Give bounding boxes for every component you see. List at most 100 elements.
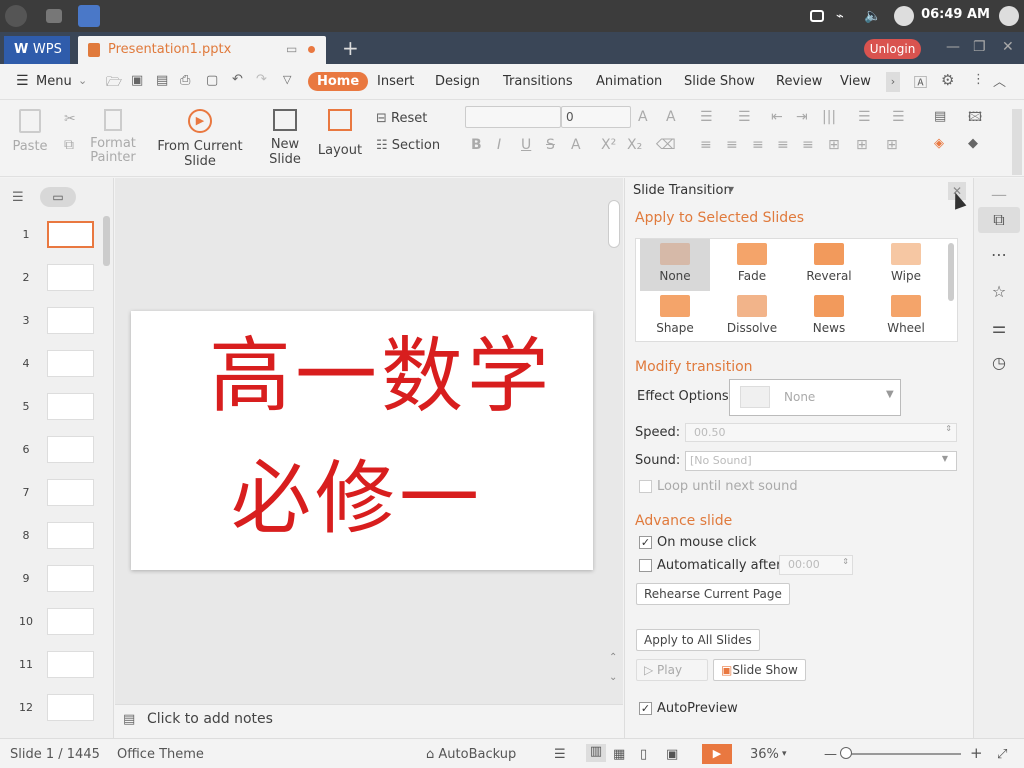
font-name-field[interactable] xyxy=(465,106,561,128)
align-center-icon[interactable]: ≡ xyxy=(726,137,738,153)
layout-button[interactable]: Layout xyxy=(314,109,366,158)
customize-icon[interactable]: ▽ xyxy=(283,73,291,86)
chat-icon[interactable] xyxy=(810,10,824,22)
transition-none[interactable]: None xyxy=(640,239,710,291)
tab-insert[interactable]: Insert xyxy=(377,74,414,89)
autobackup-button[interactable]: ⌂ AutoBackup xyxy=(426,747,516,762)
columns-icon[interactable]: ||| xyxy=(822,109,836,125)
print-icon[interactable]: ⎙ xyxy=(180,73,190,88)
zoom-slider[interactable] xyxy=(840,747,961,759)
sorter-view-icon[interactable]: ▦ xyxy=(613,747,625,762)
settings-icon[interactable]: ⚙ xyxy=(941,71,954,89)
panel-title[interactable]: Slide Transition xyxy=(633,183,732,198)
notes-toggle-icon[interactable]: ☰ xyxy=(554,747,566,762)
superscript-icon[interactable]: X² xyxy=(601,137,616,153)
transition-reveral[interactable]: Reveral xyxy=(794,239,864,291)
notes-pane[interactable]: ▤ Click to add notes xyxy=(115,704,623,738)
section-button[interactable]: ☷ Section xyxy=(376,138,440,153)
volume-icon[interactable]: 🔈 xyxy=(864,8,881,24)
power-icon[interactable] xyxy=(999,6,1019,26)
prev-slide-icon[interactable]: ⌃ xyxy=(609,652,617,663)
slide-show-button[interactable]: ▣Slide Show xyxy=(713,659,806,681)
tab-view[interactable]: View xyxy=(840,74,871,89)
slide-canvas[interactable]: 高一数学 必修一 xyxy=(131,311,593,570)
slide-thumbnail[interactable]: 1 xyxy=(0,221,114,251)
reset-button[interactable]: ⊟ Reset xyxy=(376,111,427,126)
slide-thumbnail[interactable]: 4 xyxy=(0,350,114,380)
slide-thumbnail[interactable]: 10 xyxy=(0,608,114,638)
new-tab-button[interactable]: + xyxy=(342,36,359,60)
text-direction-icon[interactable]: ☰ xyxy=(892,109,905,125)
transition-dissolve[interactable]: Dissolve xyxy=(717,291,787,343)
document-tab[interactable]: Presentation1.pptx ▭ xyxy=(78,36,326,64)
sound-dropdown[interactable]: [No Sound] ▼ xyxy=(685,451,957,471)
text-box-align-icon[interactable]: ⊞ xyxy=(828,137,840,153)
italic-icon[interactable]: I xyxy=(497,137,501,153)
zoom-dropdown-icon[interactable]: ▾ xyxy=(782,749,787,759)
export-icon[interactable]: ▤ xyxy=(156,73,168,88)
wps-taskbar-icon[interactable] xyxy=(78,5,100,27)
tab-slide-show[interactable]: Slide Show xyxy=(684,74,755,89)
line-spacing-icon[interactable]: ☰ xyxy=(858,109,871,125)
tab-design[interactable]: Design xyxy=(435,74,480,89)
tab-animation[interactable]: Animation xyxy=(596,74,662,89)
underline-icon[interactable]: U xyxy=(521,137,531,153)
slide-thumbnail[interactable]: 5 xyxy=(0,393,114,423)
transition-fade[interactable]: Fade xyxy=(717,239,787,291)
close-icon[interactable]: ✕ xyxy=(1002,39,1014,55)
align-right-icon[interactable]: ≡ xyxy=(752,137,764,153)
monitor-icon[interactable]: ▭ xyxy=(286,42,297,56)
undo-icon[interactable]: ↶ xyxy=(232,72,243,87)
save-icon[interactable]: ▣ xyxy=(131,73,143,88)
apply-all-button[interactable]: Apply to All Slides xyxy=(636,629,760,651)
arrange-icon[interactable]: ◆ xyxy=(968,136,978,151)
play-button[interactable]: ▷ Play xyxy=(636,659,708,681)
vertical-align-icon[interactable]: ⊞ xyxy=(856,137,868,153)
menu-button[interactable]: Menu xyxy=(36,74,72,89)
slide-thumbnail[interactable]: 8 xyxy=(0,522,114,552)
strikethrough-icon[interactable]: S xyxy=(546,137,555,153)
more-icon[interactable]: ⋮ xyxy=(972,72,985,87)
slide-thumbnail[interactable]: 3 xyxy=(0,307,114,337)
desktop-icon[interactable] xyxy=(46,9,62,23)
zoom-out-icon[interactable]: — xyxy=(824,747,837,762)
tab-home[interactable]: Home xyxy=(308,72,369,91)
auto-after-checkbox[interactable] xyxy=(639,559,652,572)
effect-options-dropdown[interactable]: None ▼ xyxy=(729,379,901,416)
bold-icon[interactable]: B xyxy=(471,137,482,153)
paperclip-icon[interactable]: ⌁ xyxy=(836,9,850,24)
presenter-view-icon[interactable]: ▣ xyxy=(666,747,678,762)
transition-shape[interactable]: Shape xyxy=(640,291,710,343)
slide-thumbnail[interactable]: 12 xyxy=(0,694,114,724)
justify-icon[interactable]: ≡ xyxy=(777,137,789,153)
next-slide-icon[interactable]: ⌄ xyxy=(609,672,617,683)
text-icon[interactable]: 🄰 xyxy=(914,72,927,91)
font-size-field[interactable]: 0 xyxy=(561,106,631,128)
loop-checkbox[interactable] xyxy=(639,480,652,493)
paste-button[interactable]: Paste xyxy=(10,109,50,154)
canvas-scrollbar[interactable] xyxy=(608,200,620,248)
outline-view-icon[interactable]: ☰ xyxy=(12,190,24,205)
open-icon[interactable]: 🗁 xyxy=(106,73,122,95)
slide-thumbnail[interactable]: 2 xyxy=(0,264,114,294)
slide-thumbnail[interactable]: 7 xyxy=(0,479,114,509)
history-icon[interactable]: ◷ xyxy=(986,350,1012,376)
launcher-icon[interactable] xyxy=(5,5,27,27)
wps-home-tab[interactable]: W WPS xyxy=(4,36,70,64)
transition-wheel[interactable]: Wheel xyxy=(871,291,941,343)
rehearse-button[interactable]: Rehearse Current Page xyxy=(636,583,790,605)
outdent-icon[interactable]: ⇥ xyxy=(796,109,808,125)
distribute-icon[interactable]: ≡ xyxy=(802,137,814,153)
transition-wipe[interactable]: Wipe xyxy=(871,239,941,291)
transition-news[interactable]: News xyxy=(794,291,864,343)
minimize-icon[interactable]: — xyxy=(946,39,960,55)
thumbnail-view-icon[interactable]: ▭ xyxy=(40,187,76,207)
format-painter-button[interactable]: Format Painter xyxy=(88,109,138,165)
more-tabs-icon[interactable]: › xyxy=(886,72,900,92)
copy-icon[interactable]: ⧉ xyxy=(64,137,74,153)
shapes-icon[interactable]: ◈ xyxy=(934,136,944,151)
property-icon[interactable]: ⚌ xyxy=(986,315,1012,341)
unlogin-button[interactable]: Unlogin xyxy=(864,39,921,59)
numbering-icon[interactable]: ☰ xyxy=(738,109,751,125)
picture-icon[interactable]: 🖾 xyxy=(968,108,982,130)
